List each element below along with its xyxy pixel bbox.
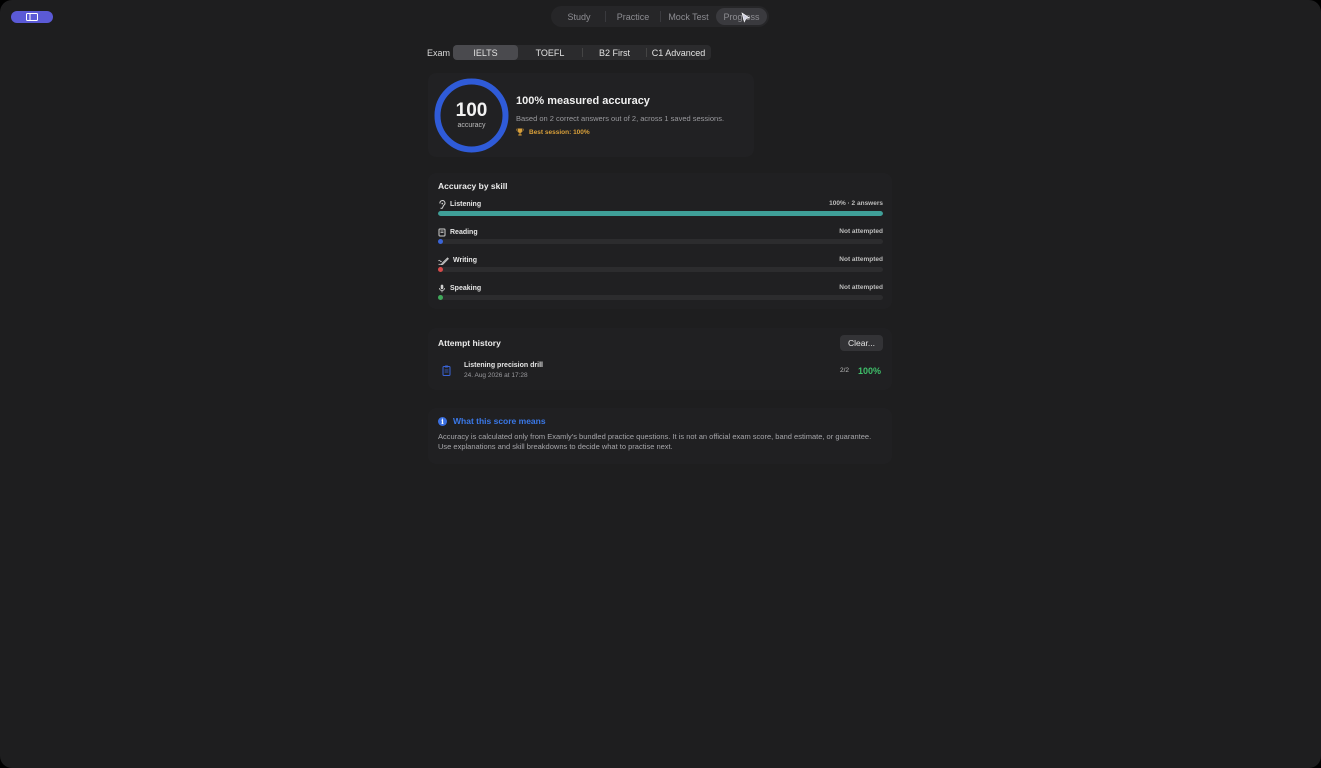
history-title: Attempt history bbox=[438, 338, 501, 348]
skill-row-reading: Reading Not attempted bbox=[438, 228, 883, 252]
skill-progress-track bbox=[438, 295, 883, 300]
skill-progress-track bbox=[438, 211, 883, 216]
skill-progress-track bbox=[438, 267, 883, 272]
history-item-count: 2/2 bbox=[840, 367, 850, 374]
clear-history-button[interactable]: Clear... bbox=[840, 335, 883, 351]
mouse-cursor-icon bbox=[741, 12, 751, 23]
skill-meta: Not attempted bbox=[839, 228, 883, 235]
skill-name: Listening bbox=[450, 201, 482, 208]
clipboard-icon bbox=[442, 365, 451, 376]
exam-option-b2-first[interactable]: B2 First bbox=[583, 45, 646, 60]
skill-progress-fill bbox=[438, 211, 883, 216]
sidebar-icon bbox=[26, 13, 38, 21]
skill-meta: Not attempted bbox=[839, 284, 883, 291]
exam-option-toefl[interactable]: TOEFL bbox=[518, 45, 582, 60]
skill-row-writing: Writing Not attempted bbox=[438, 256, 883, 280]
skill-name: Speaking bbox=[450, 285, 482, 292]
tab-mock-test[interactable]: Mock Test bbox=[661, 8, 716, 25]
pencil-icon bbox=[438, 257, 449, 265]
app-window: Study Practice Mock Test Progress Exam I… bbox=[0, 0, 1321, 768]
best-session: Best session: 100% bbox=[516, 128, 590, 136]
skills-title: Accuracy by skill bbox=[438, 181, 508, 191]
history-item-date: 24. Aug 2026 at 17:28 bbox=[464, 372, 528, 379]
skill-row-listening: Listening 100% · 2 answers bbox=[438, 200, 883, 224]
tab-practice[interactable]: Practice bbox=[606, 8, 660, 25]
ear-icon bbox=[439, 200, 446, 209]
skill-meta: 100% · 2 answers bbox=[829, 200, 883, 207]
info-body: Accuracy is calculated only from Examly'… bbox=[438, 432, 872, 451]
book-icon bbox=[438, 228, 446, 237]
exam-segmented-control: IELTS TOEFL B2 First C1 Advanced bbox=[453, 45, 711, 60]
history-item-name: Listening precision drill bbox=[464, 362, 543, 369]
accuracy-score: 100 bbox=[455, 100, 488, 121]
tab-study[interactable]: Study bbox=[553, 8, 605, 25]
skill-row-speaking: Speaking Not attempted bbox=[438, 284, 883, 308]
exam-option-ielts[interactable]: IELTS bbox=[453, 45, 518, 60]
main-nav-segmented-control: Study Practice Mock Test Progress bbox=[551, 6, 769, 27]
skill-progress-dot bbox=[438, 239, 443, 244]
summary-title: 100% measured accuracy bbox=[516, 95, 650, 107]
accuracy-score-label: accuracy bbox=[457, 122, 486, 129]
exam-option-c1-advanced[interactable]: C1 Advanced bbox=[647, 45, 710, 60]
info-icon: i bbox=[438, 417, 447, 426]
history-item-percent: 100% bbox=[858, 366, 882, 376]
skill-progress-dot bbox=[438, 295, 443, 300]
best-session-label: Best session: 100% bbox=[529, 128, 590, 136]
summary-description: Based on 2 correct answers out of 2, acr… bbox=[516, 114, 725, 123]
sidebar-toggle-button[interactable] bbox=[11, 11, 53, 23]
trophy-icon bbox=[516, 128, 524, 136]
skill-progress-track bbox=[438, 239, 883, 244]
skill-progress-dot bbox=[438, 267, 443, 272]
skill-meta: Not attempted bbox=[839, 256, 883, 263]
skill-name: Reading bbox=[450, 229, 478, 236]
microphone-icon bbox=[439, 284, 445, 293]
info-title[interactable]: What this score means bbox=[453, 416, 546, 426]
exam-label: Exam bbox=[427, 48, 451, 58]
skill-name: Writing bbox=[453, 257, 477, 264]
